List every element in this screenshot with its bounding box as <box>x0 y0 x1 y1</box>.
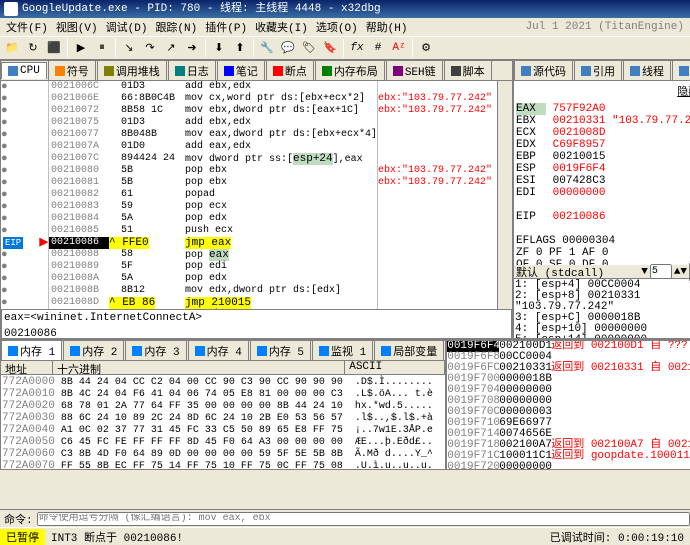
dump-col-hex: 十六进制 <box>53 361 345 374</box>
tab-引用[interactable]: 引用 <box>574 61 622 81</box>
tab-日志[interactable]: 日志 <box>168 61 216 81</box>
step-over-button[interactable]: ↷ <box>140 38 160 58</box>
hide-fpu-link[interactable]: 隐藏FPU <box>514 81 690 101</box>
dump-col-ascii: ASCII <box>345 361 445 374</box>
info-box: eax=<wininet.InternetConnectA> 00210086 <box>1 309 512 339</box>
fx-button[interactable]: fx <box>347 38 367 58</box>
stack-view[interactable]: 0019F6F4002100D1返回到 002100D1 自 ???0019F6… <box>447 341 690 469</box>
dump-tab-4[interactable]: 内存 5 <box>250 341 311 361</box>
menu-favorites[interactable]: 收藏夹(I) <box>251 19 312 35</box>
az-button[interactable]: Aᶻ <box>389 38 409 58</box>
dump-tab-1[interactable]: 内存 2 <box>63 341 124 361</box>
menu-options[interactable]: 选项(O) <box>312 19 362 35</box>
info-line: eax=<wininet.InternetConnectA> <box>4 312 509 324</box>
tab-CPU[interactable]: CPU <box>1 62 47 79</box>
tab-SEH链[interactable]: SEH链 <box>386 61 443 81</box>
stop-button[interactable]: ⬛ <box>44 38 64 58</box>
command-input[interactable] <box>37 512 690 526</box>
comments-button[interactable]: 💬 <box>278 38 298 58</box>
trace-over-button[interactable]: ⬆ <box>230 38 250 58</box>
main-tabs: CPU符号调用堆栈日志笔记断点内存布局SEH链脚本 <box>1 61 512 81</box>
status-bar: 已暂停 INT3 断点于 00210086! 已调试时间: 0:00:19:10 <box>0 527 690 545</box>
patches-button[interactable]: 🔧 <box>257 38 277 58</box>
dump-tab-5[interactable]: 监视 1 <box>312 341 373 361</box>
build-date: Jul 1 2021 (TitanEngine) <box>522 21 688 33</box>
tab-调用堆栈[interactable]: 调用堆栈 <box>97 61 167 81</box>
labels-button[interactable]: 🏷 <box>299 38 319 58</box>
dump-tabs: 内存 1内存 2内存 3内存 4内存 5监视 1局部变量 <box>1 341 445 361</box>
run-button[interactable]: ▶ <box>71 38 91 58</box>
menu-view[interactable]: 视图(V) <box>52 19 102 35</box>
step-into-button[interactable]: ↘ <box>119 38 139 58</box>
dump-tab-0[interactable]: 内存 1 <box>1 341 62 361</box>
calling-convention[interactable]: 默认 (stdcall) <box>514 264 639 280</box>
right-tabs: 源代码引用线程句柄 <box>514 61 690 81</box>
dump-tab-6[interactable]: 局部变量 <box>374 341 444 361</box>
locals-view[interactable]: 1: [esp+4] 00CC00042: [esp+8] 00210331 "… <box>514 279 690 339</box>
step-out-button[interactable]: ↗ <box>161 38 181 58</box>
menu-debug[interactable]: 调试(D) <box>102 19 152 35</box>
dump-pane: 内存 1内存 2内存 3内存 4内存 5监视 1局部变量 地址 十六进制 ASC… <box>0 340 446 470</box>
title-bar: GoogleUpdate.exe - PID: 780 - 线程: 主线程 44… <box>0 0 690 18</box>
tab-笔记[interactable]: 笔记 <box>217 61 265 81</box>
trace-into-button[interactable]: ⬇ <box>209 38 229 58</box>
command-bar: 命令: <box>0 509 690 527</box>
toolbar: 📁 ↻ ⬛ ▶ ⏸ ↘ ↷ ↗ ➜ ⬇ ⬆ 🔧 💬 🏷 🔖 fx # Aᶻ ⚙ <box>0 36 690 60</box>
menu-trace[interactable]: 跟踪(N) <box>151 19 201 35</box>
stack-pane: 0019F6F4002100D1返回到 002100D1 自 ???0019F6… <box>446 340 690 470</box>
window-title: GoogleUpdate.exe - PID: 780 - 线程: 主线程 44… <box>22 0 381 18</box>
pause-button[interactable]: ⏸ <box>92 38 112 58</box>
tab-符号[interactable]: 符号 <box>48 61 96 81</box>
dump-col-addr: 地址 <box>1 361 53 374</box>
step-button[interactable]: ➜ <box>182 38 202 58</box>
hash-button[interactable]: # <box>368 38 388 58</box>
tab-内存布局[interactable]: 内存布局 <box>315 61 385 81</box>
arg-count-input[interactable] <box>650 264 672 279</box>
scrollbar[interactable] <box>497 81 512 309</box>
disassembly-view[interactable]: ●●●●●●●●●●●●●EIP▶●●●●●●●●●●●●●●●●●● 0021… <box>1 81 512 309</box>
bookmarks-button[interactable]: 🔖 <box>320 38 340 58</box>
restart-button[interactable]: ↻ <box>23 38 43 58</box>
tab-句柄[interactable]: 句柄 <box>672 61 690 81</box>
settings-button[interactable]: ⚙ <box>416 38 436 58</box>
registers-pane: 源代码引用线程句柄 隐藏FPU EAX 757F92A0 EBX 0021033… <box>513 60 690 340</box>
menu-file[interactable]: 文件(F) <box>2 19 52 35</box>
menu-bar[interactable]: 文件(F) 视图(V) 调试(D) 跟踪(N) 插件(P) 收藏夹(I) 选项(… <box>0 18 690 36</box>
tab-线程[interactable]: 线程 <box>623 61 671 81</box>
tab-脚本[interactable]: 脚本 <box>444 61 492 81</box>
menu-help[interactable]: 帮助(H) <box>362 19 412 35</box>
info-addr: 00210086 <box>4 328 509 340</box>
app-icon <box>4 2 18 16</box>
disassembly-pane: CPU符号调用堆栈日志笔记断点内存布局SEH链脚本 ●●●●●●●●●●●●●E… <box>0 60 513 340</box>
menu-plugins[interactable]: 插件(P) <box>201 19 251 35</box>
tab-断点[interactable]: 断点 <box>266 61 314 81</box>
dump-tab-2[interactable]: 内存 3 <box>125 341 186 361</box>
tab-源代码[interactable]: 源代码 <box>514 61 573 81</box>
dump-tab-3[interactable]: 内存 4 <box>188 341 249 361</box>
locals-header: 默认 (stdcall) ▼ ▲▼ 解锁 <box>514 265 690 279</box>
command-label: 命令: <box>0 511 37 527</box>
open-button[interactable]: 📁 <box>2 38 22 58</box>
dump-view[interactable]: 772A0000 8B 44 24 04 CC C2 04 00 CC 90 C… <box>1 375 445 469</box>
registers-view[interactable]: EAX 757F92A0 EBX 00210331 "103.79.77.242… <box>514 101 690 265</box>
dump-header: 地址 十六进制 ASCII <box>1 361 445 375</box>
